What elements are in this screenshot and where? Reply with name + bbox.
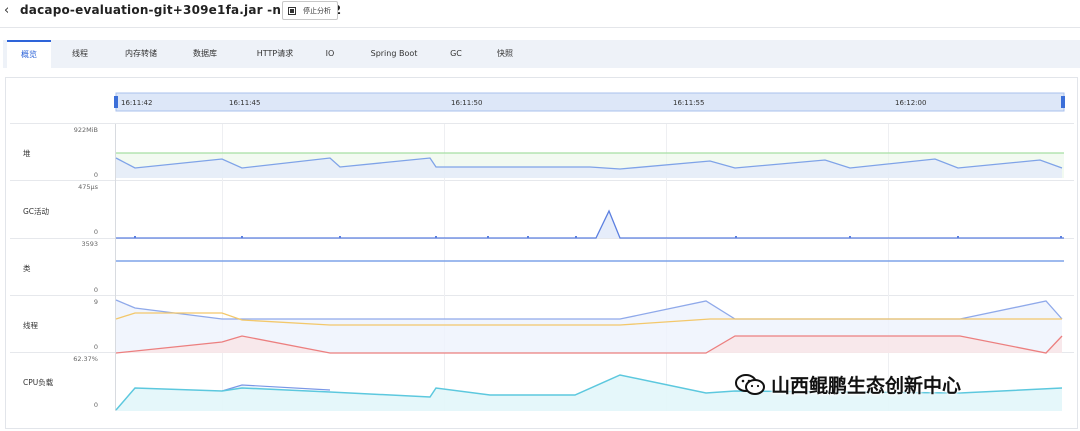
watermark-text: 山西鲲鹏生态创新中心 [771,374,962,397]
heap-chart [115,152,1064,178]
gc-activity-line [116,209,1064,239]
tick-label: 16:11:42 [121,99,152,107]
tick-label: 16:11:55 [673,99,704,107]
watermark: 山西鲲鹏生态创新中心 [733,371,961,397]
tick-label: 16:11:45 [229,99,260,107]
threads-chart [115,299,1063,354]
range-handle-right[interactable] [1061,96,1065,108]
time-range-slider[interactable]: 16:11:42 16:11:45 16:11:50 16:11:55 16:1… [114,92,1065,112]
tick-label: 16:12:00 [895,99,926,107]
range-handle-left[interactable] [114,96,118,108]
monitor-charts: 16:11:42 16:11:45 16:11:50 16:11:55 16:1… [10,92,1074,411]
tick-label: 16:11:50 [451,99,482,107]
wechat-logo-icon [735,374,765,395]
threads-total-line [115,299,1063,320]
gc-activity-chart [116,209,1064,239]
